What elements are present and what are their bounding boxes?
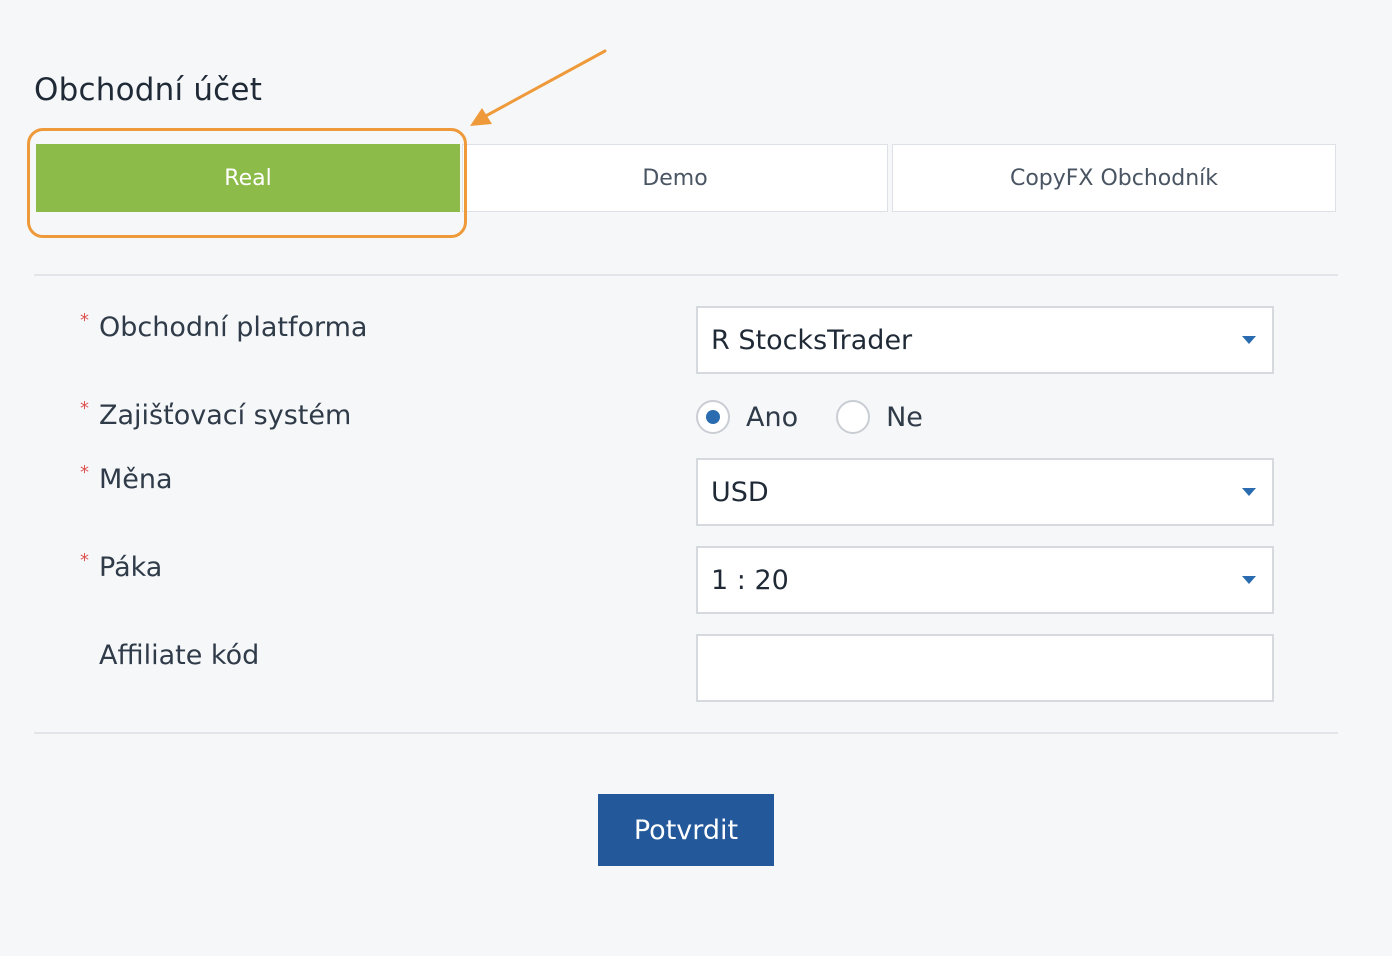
platform-select[interactable]: R StocksTrader [696,306,1274,374]
required-marker: * [80,462,89,483]
currency-select-value: USD [711,476,769,508]
chevron-down-icon [1242,576,1256,584]
required-marker: * [80,310,89,331]
tab-copyfx-trader[interactable]: CopyFX Obchodník [892,144,1336,212]
hedging-option-no[interactable]: Ne [836,400,923,434]
annotation-arrow-icon [470,49,607,126]
leverage-select-value: 1 : 20 [711,564,789,596]
platform-select-value: R StocksTrader [711,324,913,356]
hedging-option-yes-label: Ano [746,401,799,433]
divider [34,732,1338,734]
affiliate-label: Affiliate kód [80,640,259,671]
tab-real[interactable]: Real [36,144,460,212]
divider [34,274,1338,276]
chevron-down-icon [1242,488,1256,496]
hedging-label-text: Zajišťovací systém [99,400,352,431]
confirm-button[interactable]: Potvrdit [598,794,774,866]
chevron-down-icon [1242,336,1256,344]
required-marker: * [80,550,89,571]
hedging-option-no-label: Ne [886,401,923,433]
leverage-label: * Páka [80,550,163,584]
currency-label: * Měna [80,462,173,496]
account-type-tabs: Real Demo CopyFX Obchodník [36,144,1336,214]
leverage-label-text: Páka [99,552,163,583]
platform-label: * Obchodní platforma [80,310,368,344]
currency-label-text: Měna [99,464,173,495]
hedging-label: * Zajišťovací systém [80,398,352,432]
leverage-select[interactable]: 1 : 20 [696,546,1274,614]
currency-select[interactable]: USD [696,458,1274,526]
affiliate-label-text: Affiliate kód [99,640,260,671]
tab-demo[interactable]: Demo [462,144,888,212]
platform-label-text: Obchodní platforma [99,312,368,343]
radio-checked-icon[interactable] [696,400,730,434]
required-marker: * [80,398,89,419]
hedging-radio-group: Ano Ne [696,396,961,438]
affiliate-code-input[interactable] [696,634,1274,702]
hedging-option-yes[interactable]: Ano [696,400,798,434]
radio-unchecked-icon[interactable] [836,400,871,434]
page-title: Obchodní účet [34,72,263,108]
